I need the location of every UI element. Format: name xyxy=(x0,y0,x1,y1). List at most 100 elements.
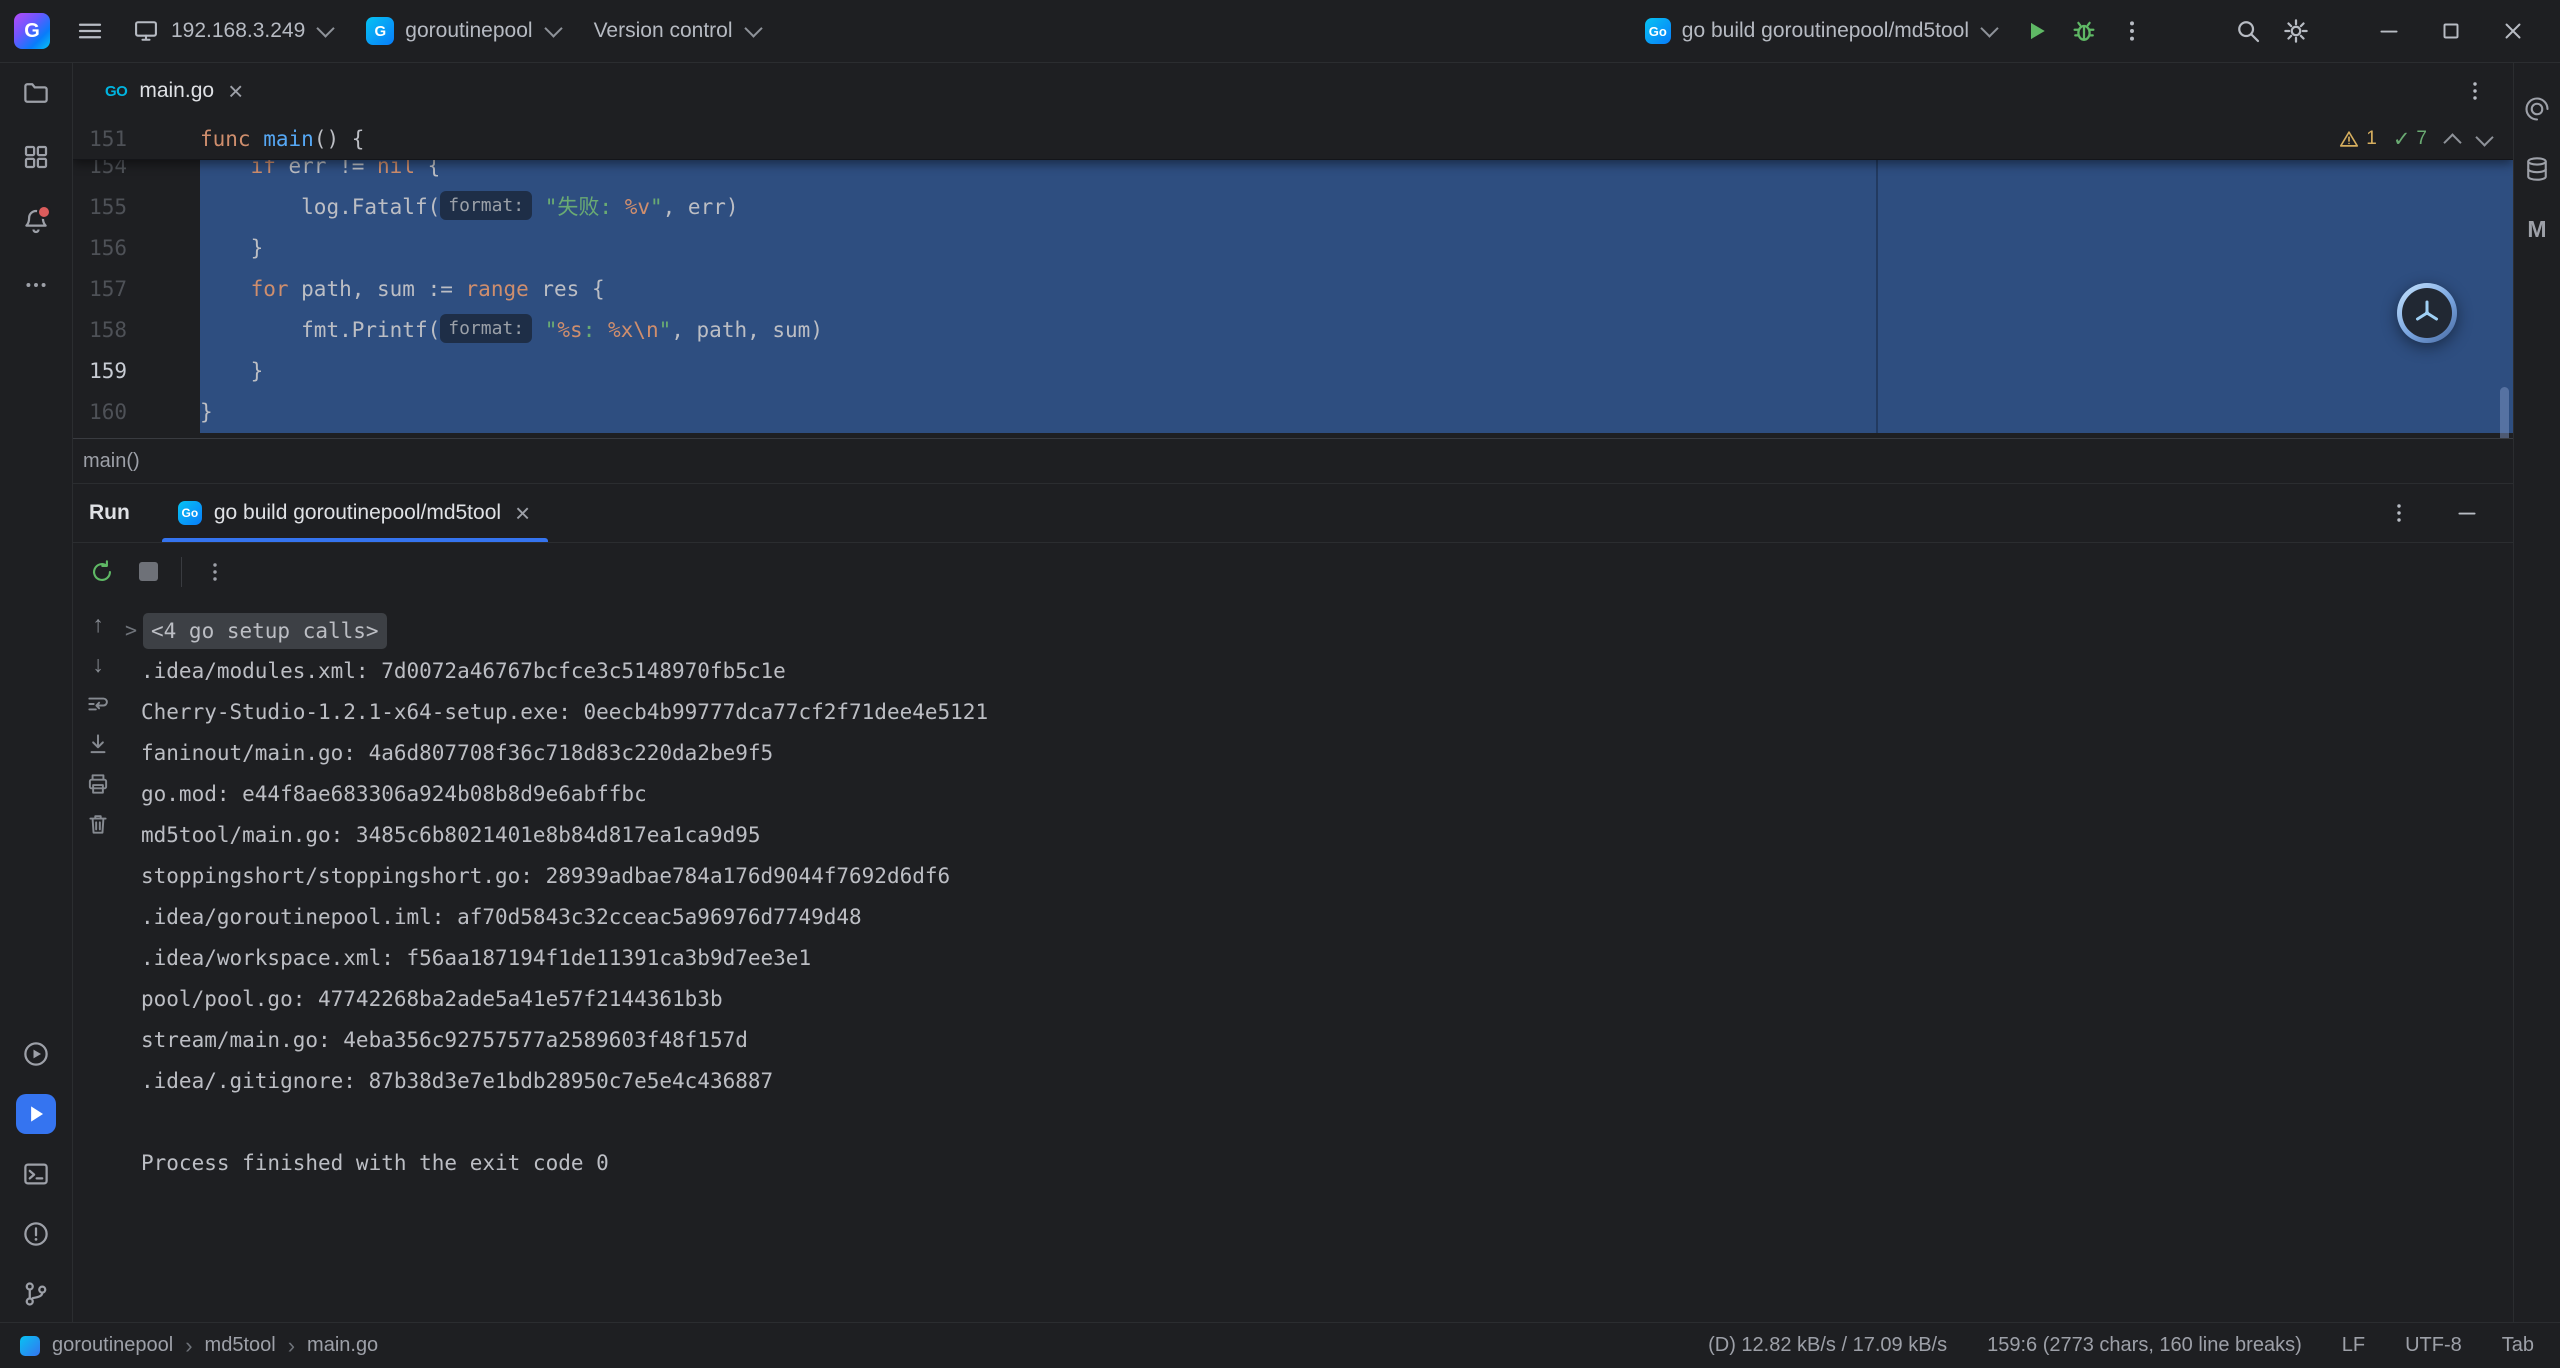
remote-host-selector[interactable]: 192.168.3.249 xyxy=(118,8,346,54)
code-token: } xyxy=(200,400,213,424)
inspections-widget[interactable]: 1 ✓ 7 xyxy=(2338,121,2491,157)
line-number[interactable]: 157 xyxy=(73,269,200,310)
sidebar-item-more[interactable] xyxy=(16,265,56,305)
console-line: stream/main.go: 4eba356c92757577a2589603… xyxy=(123,1020,2513,1061)
code-editor[interactable]: 151 func main() { 154 if err != nil {155… xyxy=(73,119,2513,439)
sidebar-item-structure[interactable] xyxy=(16,137,56,177)
main-menu-icon[interactable] xyxy=(68,9,112,53)
sidebar-item-vcs[interactable] xyxy=(16,1274,56,1314)
search-icon[interactable] xyxy=(2226,9,2270,53)
up-icon[interactable]: ↑ xyxy=(84,610,112,638)
line-number[interactable]: 151 xyxy=(73,119,200,159)
sidebar-item-services[interactable] xyxy=(16,1034,56,1074)
minimize-icon xyxy=(2454,500,2480,526)
editor-tab-main-go[interactable]: GO main.go × xyxy=(87,63,263,119)
project-selector[interactable]: G goroutinepool xyxy=(352,8,573,54)
close-tab-icon[interactable]: × xyxy=(226,81,245,101)
sidebar-item-problems[interactable] xyxy=(16,1214,56,1254)
editor-line[interactable]: 156 } xyxy=(73,228,2513,269)
sidebar-item-project[interactable] xyxy=(16,73,56,113)
statusbar: goroutinepool › md5tool › main.go (D) 12… xyxy=(0,1322,2560,1368)
scroll-end-icon[interactable] xyxy=(84,730,112,758)
line-separator-widget[interactable]: LF xyxy=(2342,1334,2365,1357)
crumb-file[interactable]: main.go xyxy=(307,1334,378,1357)
code-token xyxy=(200,195,301,219)
encoding-widget[interactable]: UTF-8 xyxy=(2405,1334,2462,1357)
run-config-selector[interactable]: Go go build goroutinepool/md5tool xyxy=(1631,9,2010,53)
vcs-selector[interactable]: Version control xyxy=(580,10,774,52)
line-number[interactable]: 155 xyxy=(73,187,200,228)
fold-arrow-icon[interactable]: > xyxy=(125,610,143,651)
inspection-warnings[interactable]: 1 xyxy=(2338,128,2377,150)
sidebar-item-notifications[interactable] xyxy=(16,201,56,241)
inspection-passed[interactable]: ✓ 7 xyxy=(2393,127,2427,152)
console-fold-line[interactable]: ><4 go setup calls> xyxy=(123,610,2513,651)
console-options-icon[interactable] xyxy=(194,551,236,593)
editor-scrollbar[interactable] xyxy=(2500,387,2509,439)
code-line: } xyxy=(200,392,2513,433)
stop-button[interactable] xyxy=(127,551,169,593)
run-options-icon[interactable] xyxy=(2377,491,2421,535)
editor-line[interactable]: 158 fmt.Printf(format: "%s: %x\n", path,… xyxy=(73,310,2513,351)
line-number[interactable]: 156 xyxy=(73,228,200,269)
soft-wrap-icon[interactable] xyxy=(84,690,112,718)
down-icon[interactable]: ↓ xyxy=(84,650,112,678)
clear-icon[interactable] xyxy=(84,810,112,838)
line-number[interactable]: 160 xyxy=(73,392,200,433)
run-toolbar xyxy=(73,543,2513,600)
markdown-icon[interactable]: M xyxy=(2519,211,2555,247)
print-icon[interactable] xyxy=(84,770,112,798)
spokes-icon xyxy=(2410,296,2444,330)
code-token: main xyxy=(263,127,314,151)
next-problem-icon[interactable] xyxy=(2475,128,2493,146)
run-tool-window: Run Go go build goroutinepool/md5tool × xyxy=(73,484,2513,1322)
folded-output-chip[interactable]: <4 go setup calls> xyxy=(143,613,387,649)
code-token: () { xyxy=(314,127,365,151)
console-area: ↑ ↓ xyxy=(73,600,2513,1322)
close-button[interactable] xyxy=(2484,8,2542,54)
editor-line[interactable]: 155 log.Fatalf(format: "失败: %v", err) xyxy=(73,187,2513,228)
code-token: , err) xyxy=(663,195,739,219)
chevron-down-icon xyxy=(1980,19,1998,37)
caret-position-widget[interactable]: 159:6 (2773 chars, 160 line breaks) xyxy=(1987,1334,2302,1357)
sticky-line[interactable]: 151 func main() { xyxy=(73,119,2513,160)
database-icon[interactable] xyxy=(2519,151,2555,187)
editor-line[interactable]: 157 for path, sum := range res { xyxy=(73,269,2513,310)
ai-assistant-icon[interactable] xyxy=(2519,91,2555,127)
code-token: for xyxy=(251,277,289,301)
rerun-button[interactable] xyxy=(81,551,123,593)
line-number[interactable]: 158 xyxy=(73,310,200,351)
terminal-icon xyxy=(21,1159,51,1189)
sidebar-item-terminal[interactable] xyxy=(16,1154,56,1194)
editor-line[interactable]: 160} xyxy=(73,392,2513,433)
ai-assistant-badge[interactable] xyxy=(2397,283,2457,343)
close-run-tab-icon[interactable]: × xyxy=(513,503,532,523)
run-tab[interactable]: Go go build goroutinepool/md5tool × xyxy=(160,484,550,542)
indent-widget[interactable]: Tab xyxy=(2502,1334,2534,1357)
line-number[interactable]: 159 xyxy=(73,351,200,392)
run-panel-title[interactable]: Run xyxy=(89,501,130,525)
crumb-project[interactable]: goroutinepool xyxy=(52,1334,173,1357)
hide-tool-window-icon[interactable] xyxy=(2445,491,2489,535)
debug-button[interactable] xyxy=(2062,9,2106,53)
prev-problem-icon[interactable] xyxy=(2443,133,2461,151)
crumb-folder[interactable]: md5tool xyxy=(205,1334,276,1357)
scroll-end-icon xyxy=(85,731,111,757)
editor-line[interactable]: 159 } xyxy=(73,351,2513,392)
run-button[interactable] xyxy=(2014,9,2058,53)
settings-icon[interactable] xyxy=(2274,9,2318,53)
minimize-button[interactable] xyxy=(2360,8,2418,54)
gear-icon xyxy=(2281,16,2311,46)
code-line: } xyxy=(200,351,2513,392)
chevron-down-icon xyxy=(744,19,762,37)
sidebar-item-run[interactable] xyxy=(16,1094,56,1134)
services-icon xyxy=(21,1039,51,1069)
breadcrumb[interactable]: main() xyxy=(83,450,140,473)
crumb-separator: › xyxy=(185,1333,192,1359)
print-icon xyxy=(85,771,111,797)
more-dots-icon xyxy=(22,271,50,299)
maximize-button[interactable] xyxy=(2422,8,2480,54)
editor-tab-options-icon[interactable] xyxy=(2453,69,2497,113)
more-actions-icon[interactable] xyxy=(2110,9,2154,53)
minimize-icon xyxy=(2376,18,2402,44)
